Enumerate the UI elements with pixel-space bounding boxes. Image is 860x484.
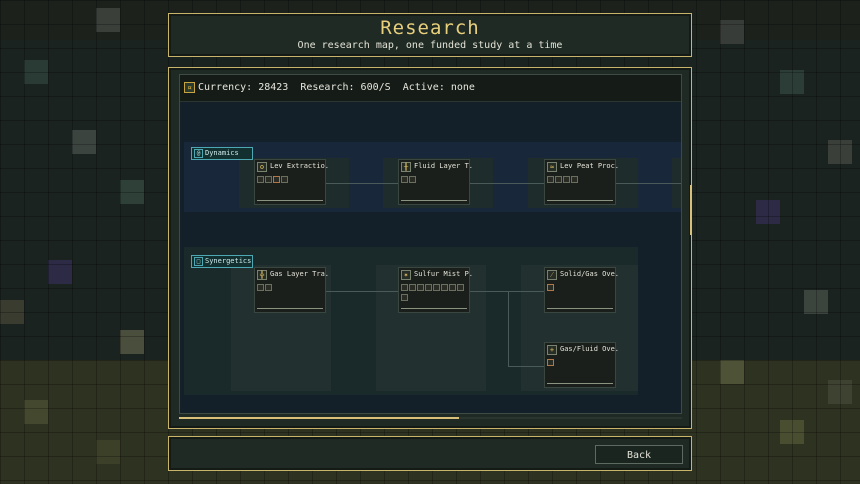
gas-fluid-icon: +	[547, 345, 557, 355]
gas-icon: ╬	[257, 270, 267, 280]
research-panel: ¤ Currency: 28423 Research: 600/S Active…	[168, 67, 692, 429]
horizontal-scrollbar[interactable]	[179, 417, 682, 419]
status-text: Currency: 28423 Research: 600/S Active: …	[198, 82, 475, 93]
horizontal-scroll-thumb[interactable]	[179, 417, 459, 419]
peat-icon: ≈	[547, 162, 557, 172]
status-bar: ¤ Currency: 28423 Research: 600/S Active…	[180, 75, 681, 102]
fluid-icon: ╫	[401, 162, 411, 172]
tech-node-gas-layer[interactable]: ╬ Gas Layer Tra.	[254, 267, 329, 313]
research-map[interactable]: @ Dynamics ʘ Lev Extractio. ╫ Fluid Laye…	[180, 102, 681, 413]
vertical-scrollbar[interactable]	[690, 185, 692, 235]
tech-node-lev-peat[interactable]: ≈ Lev Peat Proc.	[544, 159, 619, 205]
tech-node-fluid-layer[interactable]: ╫ Fluid Layer T.	[398, 159, 473, 205]
page-subtitle: One research map, one funded study at a …	[297, 40, 563, 51]
sulfur-icon: ✶	[401, 270, 411, 280]
solid-gas-icon: ⁄	[547, 270, 557, 280]
back-button[interactable]: Back	[595, 445, 683, 464]
synergetics-icon: □	[194, 257, 203, 266]
title-panel: Research One research map, one funded st…	[168, 13, 692, 57]
tech-node-solid-gas[interactable]: ⁄ Solid/Gas Ove.	[544, 267, 619, 313]
tech-node-lev-extraction[interactable]: ʘ Lev Extractio.	[254, 159, 329, 205]
branch-label-dynamics[interactable]: @ Dynamics	[191, 147, 253, 160]
tech-node-gas-fluid[interactable]: + Gas/Fluid Ove.	[544, 342, 619, 388]
coin-stack-icon: ¤	[184, 82, 195, 93]
extraction-icon: ʘ	[257, 162, 267, 172]
branch-label-synergetics[interactable]: □ Synergetics	[191, 255, 253, 268]
dynamics-icon: @	[194, 149, 203, 158]
page-title: Research	[380, 17, 480, 39]
research-map-frame: ¤ Currency: 28423 Research: 600/S Active…	[179, 74, 692, 414]
footer-panel: Back	[168, 436, 692, 471]
tech-node-sulfur-mist[interactable]: ✶ Sulfur Mist P.	[398, 267, 473, 313]
